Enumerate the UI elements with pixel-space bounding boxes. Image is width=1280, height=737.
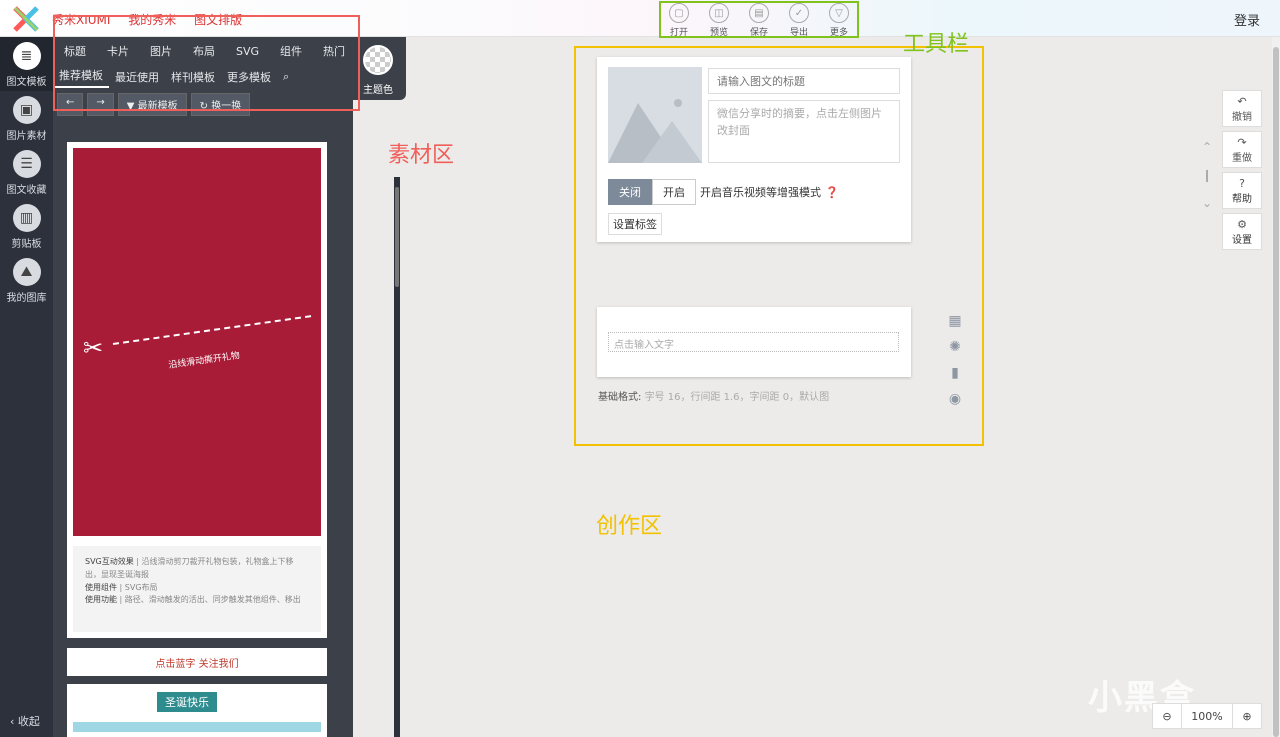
zoom-control: ⊖ 100% ⊕ bbox=[1152, 703, 1262, 729]
scroll-indicator-icon: ❙ bbox=[1202, 168, 1213, 182]
template-poster: ✂ 沿线滑动撕开礼物 bbox=[73, 148, 321, 536]
eye-icon[interactable]: ◉ bbox=[945, 391, 965, 409]
nav-images-label: 图片素材 bbox=[6, 131, 47, 142]
collapse-button[interactable]: ‹ 收起 bbox=[10, 713, 40, 729]
login-link[interactable]: 登录 bbox=[1234, 10, 1260, 29]
text-block-editor: 点击输入文字 bbox=[597, 307, 911, 377]
nav-clipboard-label: 剪贴板 bbox=[11, 239, 42, 250]
toolbar-highlight bbox=[659, 1, 859, 38]
canvas-side-tools: ▦ ✺ ▮ ◉ bbox=[945, 313, 965, 409]
help-button[interactable]: ? 帮助 bbox=[1222, 172, 1262, 209]
redo-button[interactable]: ↷ 重做 bbox=[1222, 131, 1262, 168]
undo-button[interactable]: ↶ 撤销 bbox=[1222, 90, 1262, 127]
help-label: 帮助 bbox=[1232, 193, 1252, 205]
nav-clipboard[interactable]: ▥ 剪贴板 bbox=[0, 199, 53, 253]
clipboard-icon: ▥ bbox=[12, 204, 41, 232]
left-nav: ≣ 图文模板 ▣ 图片素材 ☰ 图文收藏 ▥ 剪贴板 ⛰ 我的图库 ‹ 收起 bbox=[0, 37, 53, 737]
zoom-out-button[interactable]: ⊖ bbox=[1153, 704, 1181, 728]
toggle-on-button[interactable]: 开启 bbox=[652, 179, 696, 205]
nav-gallery-label: 我的图库 bbox=[6, 293, 47, 304]
image-icon: ▣ bbox=[12, 96, 41, 124]
material-scrollbar[interactable] bbox=[394, 177, 400, 737]
text-input[interactable]: 点击输入文字 bbox=[608, 332, 899, 352]
toggle-off-button[interactable]: 关闭 bbox=[608, 179, 652, 205]
gear-icon: ⚙ bbox=[1237, 217, 1247, 231]
template-card-christmas-svg[interactable]: ✂ 沿线滑动撕开礼物 SVG互动效果 | 沿线滑动剪刀裁开礼物包装，礼物盒上下移… bbox=[67, 142, 327, 638]
page-scroll-thumb[interactable] bbox=[1273, 47, 1279, 737]
poster-text: 沿线滑动撕开礼物 bbox=[167, 351, 241, 371]
template-banner bbox=[73, 722, 321, 732]
desc-component: SVG布局 bbox=[124, 582, 158, 592]
cover-image-placeholder[interactable] bbox=[608, 67, 702, 163]
nav-images[interactable]: ▣ 图片素材 bbox=[0, 91, 53, 145]
template-card-follow[interactable]: 点击蓝字 关注我们 bbox=[67, 648, 327, 676]
undo-icon: ↶ bbox=[1237, 94, 1247, 108]
list-icon: ≣ bbox=[12, 42, 41, 70]
redo-label: 重做 bbox=[1232, 152, 1252, 164]
desc-function: 路径、滑动触发的活出、同步触发其他组件、移出 bbox=[124, 595, 301, 605]
page-scrollbar[interactable] bbox=[1272, 37, 1280, 737]
cut-line bbox=[112, 315, 312, 345]
format-value: 字号 16，行间距 1.6，字间距 0，默认图 bbox=[644, 392, 830, 403]
zoom-in-button[interactable]: ⊕ bbox=[1233, 704, 1261, 728]
material-scroll-thumb[interactable] bbox=[395, 187, 399, 287]
chevron-left-icon: ‹ bbox=[10, 715, 18, 728]
desc-function-label: 使用功能 bbox=[85, 595, 117, 605]
collapse-label: 收起 bbox=[17, 715, 40, 728]
nav-favorites[interactable]: ☰ 图文收藏 bbox=[0, 145, 53, 199]
base-format-info: 基础格式: 字号 16，行间距 1.6，字间距 0，默认图 bbox=[598, 388, 829, 403]
chart-icon[interactable]: ▮ bbox=[945, 365, 965, 383]
redo-icon: ↷ bbox=[1237, 135, 1247, 149]
abstract-input[interactable]: 微信分享时的摘要，点击左侧图片改封面 bbox=[708, 100, 900, 163]
theme-color-panel[interactable]: 主题色 bbox=[353, 37, 406, 100]
material-area-highlight bbox=[53, 15, 360, 111]
right-action-panel: ↶ 撤销 ↷ 重做 ? 帮助 ⚙ 设置 bbox=[1222, 90, 1262, 250]
gear-icon[interactable]: ✺ bbox=[945, 339, 965, 357]
toolbar-annotation: 工具栏 bbox=[903, 32, 970, 57]
merry-christmas-text: 圣诞快乐 bbox=[157, 692, 217, 712]
chevron-down-icon[interactable]: ⌄ bbox=[1202, 196, 1212, 210]
template-card-merry[interactable]: 圣诞快乐 bbox=[67, 684, 327, 737]
settings-button[interactable]: ⚙ 设置 bbox=[1222, 213, 1262, 250]
nav-templates[interactable]: ≣ 图文模板 bbox=[0, 37, 53, 91]
enhance-mode-toggle: 关闭 开启 开启音乐视频等增强模式 ❓ bbox=[608, 179, 839, 205]
favorite-icon: ☰ bbox=[12, 150, 41, 178]
gallery-icon: ⛰ bbox=[12, 258, 41, 286]
theme-color-swatch[interactable] bbox=[363, 45, 393, 75]
chevron-up-icon[interactable]: ⌃ bbox=[1202, 140, 1212, 154]
grid-icon[interactable]: ▦ bbox=[945, 313, 965, 331]
title-input[interactable] bbox=[708, 68, 900, 94]
settings-label: 设置 bbox=[1232, 234, 1252, 246]
xiumi-logo-icon[interactable] bbox=[12, 5, 40, 33]
nav-templates-label: 图文模板 bbox=[6, 77, 47, 88]
nav-favorites-label: 图文收藏 bbox=[6, 185, 47, 196]
scissors-icon: ✂ bbox=[83, 334, 104, 362]
desc-effect-label: SVG互动效果 bbox=[85, 557, 134, 566]
desc-component-label: 使用组件 bbox=[85, 582, 117, 592]
material-panel: 标题 卡片 图片 布局 SVG 组件 热门 推荐模板 最近使用 样刊模板 更多模… bbox=[53, 37, 400, 737]
create-annotation: 创作区 bbox=[596, 514, 663, 539]
template-description: SVG互动效果 | 沿线滑动剪刀裁开礼物包装，礼物盒上下移出，显现圣诞海报 使用… bbox=[73, 546, 321, 632]
help-icon[interactable]: ❓ bbox=[825, 186, 839, 199]
scroll-arrows: ⌃ ❙ ⌄ bbox=[1202, 140, 1212, 210]
template-list: ✂ 沿线滑动撕开礼物 SVG互动效果 | 沿线滑动剪刀裁开礼物包装，礼物盒上下移… bbox=[67, 142, 327, 737]
set-tags-button[interactable]: 设置标签 bbox=[608, 213, 662, 235]
toggle-label: 开启音乐视频等增强模式 bbox=[700, 186, 821, 199]
nav-gallery[interactable]: ⛰ 我的图库 bbox=[0, 253, 53, 307]
question-icon: ? bbox=[1239, 176, 1245, 190]
theme-color-label: 主题色 bbox=[363, 85, 393, 96]
zoom-value: 100% bbox=[1181, 704, 1233, 728]
format-label: 基础格式: bbox=[598, 392, 642, 403]
material-annotation: 素材区 bbox=[388, 143, 455, 168]
undo-label: 撤销 bbox=[1232, 111, 1252, 123]
follow-text: 点击蓝字 关注我们 bbox=[155, 658, 239, 670]
article-header-editor: 微信分享时的摘要，点击左侧图片改封面 关闭 开启 开启音乐视频等增强模式 ❓ 设… bbox=[597, 57, 911, 242]
